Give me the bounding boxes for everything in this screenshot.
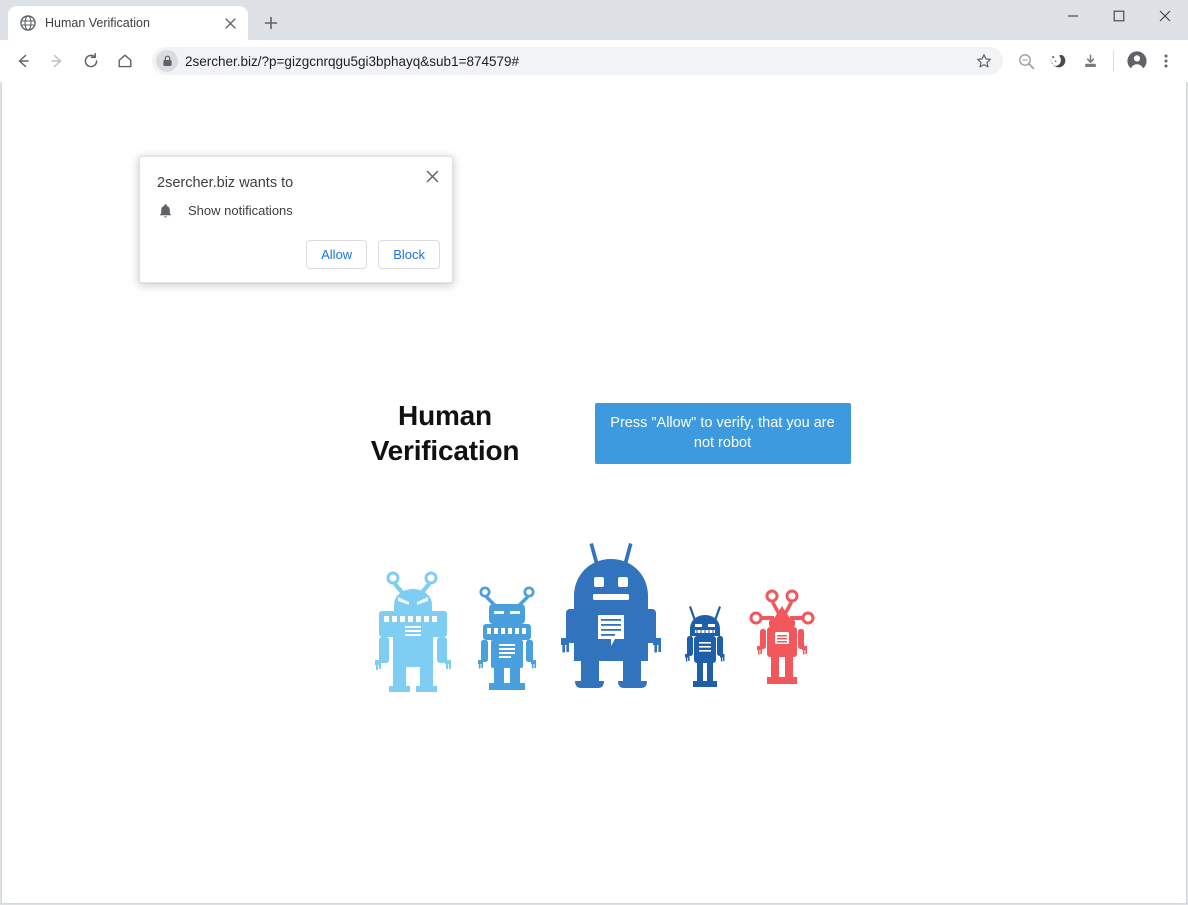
browser-toolbar: 2sercher.biz/?p=gizgcnrqgu5gi3bphayq&sub… — [0, 40, 1188, 82]
home-button[interactable] — [108, 44, 142, 78]
robot-illustration — [371, 537, 817, 692]
toolbar-divider — [1113, 51, 1114, 71]
globe-icon — [20, 15, 36, 31]
allow-button[interactable]: Allow — [306, 240, 368, 269]
browser-tab[interactable]: Human Verification — [8, 6, 248, 40]
lock-icon — [156, 50, 178, 72]
page-content: Human Verification Press "Allow" to veri… — [2, 402, 1186, 692]
robot-large-blue — [561, 543, 661, 688]
notification-permission-dialog: 2sercher.biz wants to Show notifications… — [139, 156, 453, 283]
robot-small-navy — [685, 606, 725, 687]
search-extension-icon[interactable] — [1011, 46, 1041, 76]
new-tab-button[interactable] — [256, 8, 286, 38]
verification-header-row: Human Verification Press "Allow" to veri… — [338, 402, 851, 465]
bell-icon — [157, 202, 174, 219]
window-controls — [1050, 0, 1188, 32]
tab-title: Human Verification — [45, 16, 150, 30]
robot-light-blue — [375, 571, 451, 692]
tab-close-icon[interactable] — [220, 13, 240, 33]
back-button[interactable] — [6, 44, 40, 78]
star-icon[interactable] — [971, 48, 997, 74]
minimize-icon[interactable] — [1050, 0, 1096, 32]
permission-label: Show notifications — [188, 203, 293, 218]
tab-strip: Human Verification — [0, 0, 1188, 40]
maximize-icon[interactable] — [1096, 0, 1142, 32]
profile-avatar-button[interactable] — [1122, 46, 1152, 76]
download-extension-icon[interactable] — [1075, 46, 1105, 76]
page-title-line2: Verification — [370, 435, 520, 466]
close-icon[interactable] — [1142, 0, 1188, 32]
page-title: Human Verification — [338, 402, 553, 465]
browser-window: Human Verification 2sercher.biz/?p=gizgc… — [0, 0, 1188, 905]
robot-medium-blue — [478, 586, 536, 690]
page-title-line1: Human — [398, 400, 492, 431]
forward-button[interactable] — [40, 44, 74, 78]
robot-red — [749, 589, 815, 684]
reload-button[interactable] — [74, 44, 108, 78]
permission-dialog-title: 2sercher.biz wants to — [157, 175, 294, 191]
close-icon[interactable] — [420, 164, 444, 188]
allow-instruction-banner: Press "Allow" to verify, that you are no… — [594, 402, 851, 465]
adblock-extension-icon[interactable] — [1043, 46, 1073, 76]
address-bar[interactable]: 2sercher.biz/?p=gizgcnrqgu5gi3bphayq&sub… — [152, 47, 1003, 75]
three-dot-menu-button[interactable] — [1152, 46, 1180, 76]
page-viewport: Human Verification Press "Allow" to veri… — [1, 82, 1187, 904]
permission-request-row: Show notifications — [157, 202, 293, 219]
permission-actions: Allow Block — [306, 240, 440, 269]
url-text: 2sercher.biz/?p=gizgcnrqgu5gi3bphayq&sub… — [185, 53, 520, 69]
block-button[interactable]: Block — [378, 240, 440, 269]
